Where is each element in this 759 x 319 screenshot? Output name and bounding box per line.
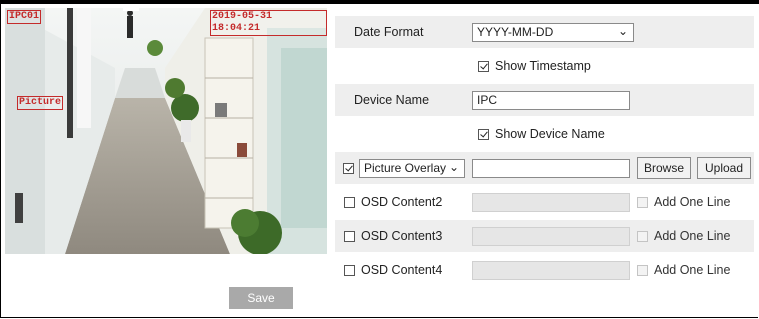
date-format-value: YYYY-MM-DD (477, 24, 554, 39)
device-name-row: Device Name IPC (335, 84, 754, 116)
save-button[interactable]: Save (229, 287, 293, 309)
osd-content4-add-line-option[interactable]: Add One Line (637, 263, 730, 277)
osd-content3-row: OSD Content3 Add One Line (335, 220, 754, 252)
osd-content3-label: OSD Content3 (361, 229, 443, 243)
osd-content4-row: OSD Content4 Add One Line (335, 254, 754, 286)
browse-button[interactable]: Browse (637, 157, 691, 179)
osd-timestamp-overlay[interactable]: 2019-05-31 18:04:21 (210, 10, 327, 36)
overlay-file-input[interactable] (472, 158, 630, 178)
show-timestamp-row: Show Timestamp (335, 50, 754, 82)
date-format-select[interactable]: YYYY-MM-DD ⌄ (472, 22, 634, 42)
show-device-name-checkbox[interactable] (478, 128, 489, 140)
osd-content2-add-line-label: Add One Line (654, 195, 731, 209)
osd-content2-option[interactable]: OSD Content2 (344, 195, 442, 209)
camera-preview: IPC01 2019-05-31 18:04:21 Picture (5, 8, 327, 254)
osd-content2-label: OSD Content2 (361, 195, 443, 209)
osd-content2-input[interactable] (472, 192, 630, 212)
osd-content4-label: OSD Content4 (361, 263, 443, 277)
show-device-name-row: Show Device Name (335, 118, 754, 150)
show-timestamp-checkbox[interactable] (478, 60, 489, 72)
date-format-row: Date Format YYYY-MM-DD ⌄ (335, 16, 754, 48)
corridor-image (5, 8, 327, 254)
osd-device-name-overlay[interactable]: IPC01 (7, 10, 42, 24)
show-timestamp-option[interactable]: Show Timestamp (478, 59, 591, 73)
osd-content2-row: OSD Content2 Add One Line (335, 186, 754, 218)
upload-button[interactable]: Upload (697, 157, 751, 179)
osd-content4-add-line-label: Add One Line (654, 263, 731, 277)
osd-content4-add-line-checkbox[interactable] (637, 264, 648, 276)
device-name-label: Device Name (354, 93, 430, 107)
date-format-label: Date Format (354, 25, 424, 39)
osd-content3-input[interactable] (472, 226, 630, 246)
chevron-down-icon: ⌄ (448, 159, 459, 174)
show-device-name-option[interactable]: Show Device Name (478, 127, 605, 141)
osd-content3-add-line-option[interactable]: Add One Line (637, 229, 730, 243)
osd-picture-overlay[interactable]: Picture (17, 96, 64, 110)
picture-overlay-checkbox[interactable] (343, 162, 354, 174)
osd-content2-add-line-checkbox[interactable] (637, 196, 648, 208)
osd-content2-add-line-option[interactable]: Add One Line (637, 195, 730, 209)
osd-content2-checkbox[interactable] (344, 196, 355, 208)
osd-content4-input[interactable] (472, 260, 630, 280)
chevron-down-icon: ⌄ (617, 23, 628, 38)
osd-content3-add-line-label: Add One Line (654, 229, 731, 243)
osd-content4-option[interactable]: OSD Content4 (344, 263, 442, 277)
osd-content3-add-line-checkbox[interactable] (637, 230, 648, 242)
overlay-type-value: Picture Overlay (364, 160, 447, 175)
osd-content4-checkbox[interactable] (344, 264, 355, 276)
overlay-type-select[interactable]: Picture Overlay ⌄ (359, 158, 465, 178)
osd-content3-option[interactable]: OSD Content3 (344, 229, 442, 243)
osd-content3-checkbox[interactable] (344, 230, 355, 242)
picture-overlay-row: Picture Overlay ⌄ Browse Upload (335, 152, 754, 184)
device-name-input[interactable]: IPC (472, 90, 630, 110)
show-timestamp-label: Show Timestamp (495, 59, 591, 73)
show-device-name-label: Show Device Name (495, 127, 605, 141)
